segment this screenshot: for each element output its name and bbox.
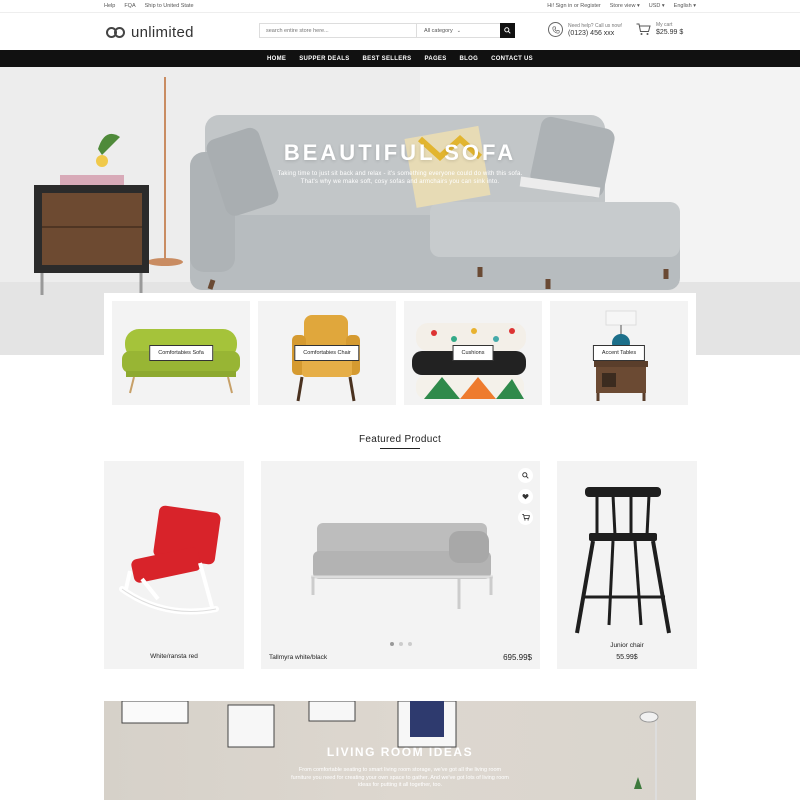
hero-title: BEAUTIFUL SOFA [283, 140, 517, 165]
logo-mark-icon [106, 26, 125, 39]
product-card[interactable]: Tallmyra white/black 695.99$ [261, 461, 540, 669]
search-input[interactable] [260, 24, 416, 37]
phone-icon [548, 22, 563, 37]
carousel-dot[interactable] [398, 642, 403, 646]
add-to-cart-button[interactable] [518, 510, 533, 525]
category-select[interactable]: All category ⌄ [416, 24, 500, 37]
cart-total: $25.99 $ [656, 29, 684, 36]
add-to-cart-icon [521, 514, 530, 521]
product-card[interactable]: Junior chair 55.99$ [557, 461, 697, 669]
top-links: Help FQA Ship to United State [104, 3, 194, 9]
category-label[interactable]: Accent Tables [592, 345, 646, 361]
category-card-cushions[interactable]: Cushions [404, 301, 542, 405]
product-price: 695.99$ [503, 653, 532, 662]
help-link[interactable]: Help [104, 3, 115, 9]
search-button[interactable] [500, 23, 515, 38]
category-card-tables[interactable]: Accent Tables [550, 301, 688, 405]
hero-subtitle: Taking time to just sit back and relax -… [277, 171, 523, 185]
search-icon [504, 27, 511, 34]
title-underline [380, 448, 420, 449]
living-room-banner[interactable]: LIVING ROOM IDEAS From comfortable seati… [104, 701, 696, 800]
living-title: LIVING ROOM IDEAS [326, 745, 474, 759]
nav-pages[interactable]: PAGES [424, 56, 446, 62]
heart-icon [522, 494, 529, 500]
category-label[interactable]: Comfortabies Sofa [149, 345, 213, 361]
ship-to-link[interactable]: Ship to United State [145, 3, 194, 9]
chevron-down-icon: ⌄ [456, 27, 461, 34]
cart-icon [636, 23, 651, 35]
faq-link[interactable]: FQA [124, 3, 135, 9]
wishlist-button[interactable] [518, 489, 533, 504]
language-select[interactable]: English ▾ [674, 3, 696, 9]
living-subtitle: From comfortable seating to smart living… [291, 767, 509, 788]
nav-supper-deals[interactable]: SUPPER DEALS [299, 56, 349, 62]
site-header: unlimited All category ⌄ Need help? Call… [0, 13, 800, 50]
category-strip: Comfortabies Sofa Comfortabies Chair Cus… [104, 293, 696, 413]
signin-link[interactable]: Hi! Sign in or Register [547, 3, 601, 9]
product-name[interactable]: Tallmyra white/black [269, 654, 327, 661]
category-card-sofa[interactable]: Comfortabies Sofa [112, 301, 250, 405]
carousel-dot[interactable] [389, 642, 394, 646]
junior-chair-image [575, 487, 671, 634]
rocking-chair-image [119, 505, 221, 615]
logo-text: unlimited [131, 24, 194, 41]
main-nav: HOME SUPPER DEALS BEST SELLERS PAGES BLO… [0, 50, 800, 67]
search-bar: All category ⌄ [259, 23, 515, 38]
phone-number[interactable]: (0123) 456 xxx [568, 30, 622, 37]
help-contact: Need help? Call us now! (0123) 456 xxx [548, 22, 622, 37]
carousel-dots [389, 642, 412, 646]
category-label[interactable]: Comfortabies Chair [294, 345, 360, 361]
product-card[interactable]: White/ransta red [104, 461, 244, 669]
nav-home[interactable]: HOME [267, 56, 286, 62]
product-price: 55.99$ [616, 654, 638, 661]
grey-sofa-image [311, 523, 493, 609]
help-label: Need help? Call us now! [568, 22, 623, 29]
store-view-select[interactable]: Store view ▾ [610, 3, 640, 9]
nav-contact-us[interactable]: CONTACT US [491, 56, 533, 62]
section-title: Featured Product [358, 434, 442, 445]
nav-best-sellers[interactable]: BEST SELLERS [363, 56, 412, 62]
top-bar: Help FQA Ship to United State Hi! Sign i… [0, 0, 800, 13]
product-name[interactable]: White/ransta red [104, 653, 244, 660]
logo[interactable]: unlimited [106, 24, 194, 41]
account-links: Hi! Sign in or Register Store view ▾ USD… [547, 3, 696, 9]
category-label[interactable]: Cushions [452, 345, 494, 361]
mini-cart[interactable]: My cart $25.99 $ [636, 22, 683, 36]
currency-select[interactable]: USD ▾ [649, 3, 665, 9]
category-card-chair[interactable]: Comfortabies Chair [258, 301, 396, 405]
cart-label: My cart [656, 22, 673, 28]
carousel-dot[interactable] [407, 642, 412, 646]
quick-view-button[interactable] [518, 468, 533, 483]
nav-blog[interactable]: BLOG [460, 56, 479, 62]
zoom-icon [522, 472, 529, 479]
product-name[interactable]: Junior chair [557, 642, 697, 649]
